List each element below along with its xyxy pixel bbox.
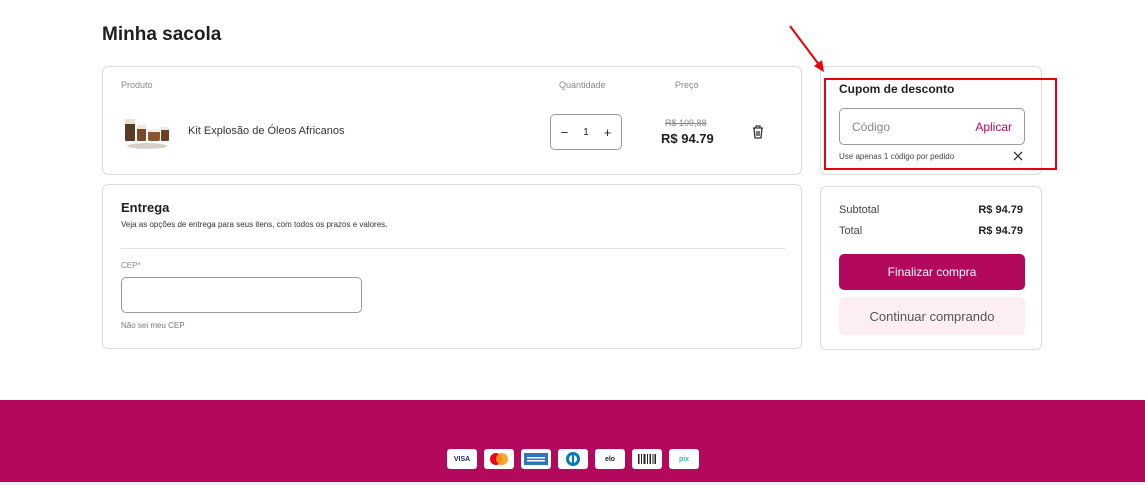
increment-button[interactable]: +	[600, 125, 616, 140]
payment-methods: VISA elo pix	[447, 449, 699, 469]
order-summary-card: Subtotal R$ 94.79 Total R$ 94.79 Finaliz…	[820, 186, 1042, 350]
old-price: R$ 109,88	[665, 118, 707, 128]
cep-help-link[interactable]: Não sei meu CEP	[121, 321, 185, 330]
column-header-price: Preço	[675, 80, 699, 90]
decrement-button[interactable]: −	[556, 125, 572, 140]
current-price: R$ 94.79	[661, 131, 714, 146]
mastercard-icon	[484, 449, 514, 469]
product-name[interactable]: Kit Explosão de Óleos Africanos	[188, 125, 345, 137]
column-header-quantity: Quantidade	[559, 80, 606, 90]
subtotal-label: Subtotal	[839, 204, 880, 216]
boleto-icon	[632, 449, 662, 469]
cart-card: Produto Quantidade Preço Kit Explosão de…	[102, 66, 802, 175]
delivery-subtitle: Veja as opções de entrega para seus iten…	[121, 220, 388, 229]
continue-shopping-button[interactable]: Continuar comprando	[839, 297, 1025, 335]
visa-icon: VISA	[447, 449, 477, 469]
checkout-button[interactable]: Finalizar compra	[839, 254, 1025, 290]
delivery-card: Entrega Veja as opções de entrega para s…	[102, 184, 802, 349]
page-title: Minha sacola	[102, 24, 222, 45]
trash-icon[interactable]	[751, 124, 765, 140]
quantity-stepper: − 1 +	[550, 114, 622, 150]
subtotal-value: R$ 94.79	[978, 204, 1023, 216]
total-label: Total	[839, 225, 863, 237]
elo-icon: elo	[595, 449, 625, 469]
cep-label: CEP*	[121, 261, 141, 270]
delivery-title: Entrega	[121, 200, 170, 215]
pix-icon: pix	[669, 449, 699, 469]
amex-icon	[521, 449, 551, 469]
diners-icon	[558, 449, 588, 469]
footer: VISA elo pix	[0, 400, 1145, 482]
column-header-product: Produto	[121, 80, 153, 90]
product-image[interactable]	[123, 115, 171, 151]
quantity-value: 1	[583, 126, 589, 138]
highlight-box	[824, 78, 1057, 170]
total-value: R$ 94.79	[978, 225, 1023, 237]
cep-input[interactable]	[121, 277, 362, 313]
divider	[121, 248, 785, 249]
annotation-arrow-icon	[789, 25, 824, 72]
